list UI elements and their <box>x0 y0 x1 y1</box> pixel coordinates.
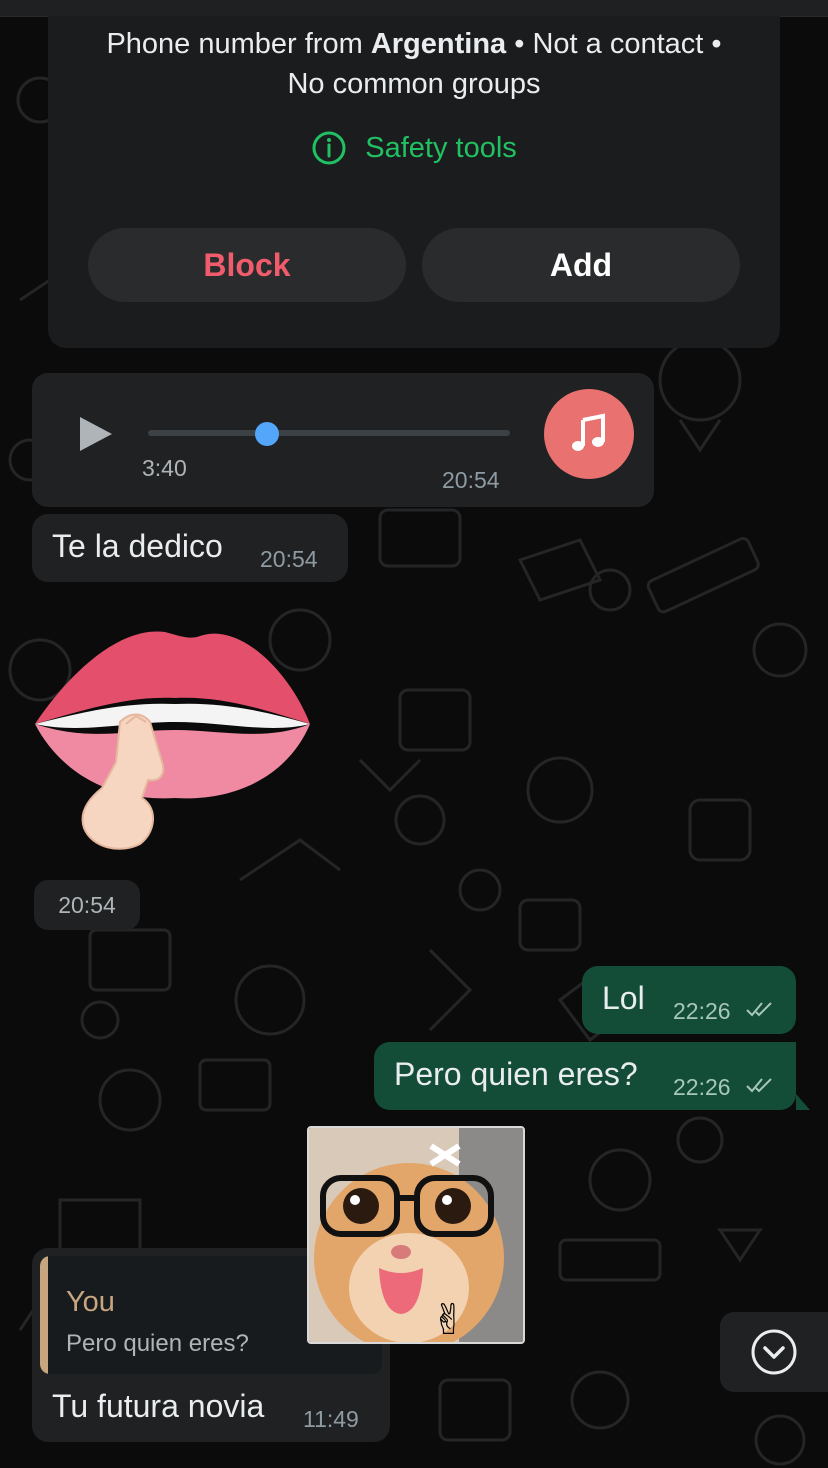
message-text: Pero quien eres? <box>394 1056 638 1092</box>
incoming-message: Te la dedico 20:54 <box>32 514 348 582</box>
origin-prefix: Phone number from <box>106 28 363 60</box>
message-text: Te la dedico <box>52 528 223 564</box>
quoted-text: Pero quien eres? <box>66 1330 249 1357</box>
quoted-author: You <box>66 1286 115 1318</box>
info-circle-icon <box>312 131 346 165</box>
bubble-tail <box>796 1094 810 1110</box>
outgoing-message: Pero quien eres? 22:26 <box>374 1042 796 1110</box>
unknown-contact-card: Phone number from Argentina • Not a cont… <box>48 16 780 348</box>
lips-sticker[interactable] <box>30 612 320 857</box>
common-groups-text: No common groups <box>287 68 541 100</box>
message-time: 20:54 <box>260 546 318 572</box>
audio-progress-track[interactable] <box>148 430 510 436</box>
safety-tools-link[interactable]: Safety tools <box>48 128 780 168</box>
origin-suffix: • Not a contact • <box>514 28 722 60</box>
music-note-icon <box>572 413 605 451</box>
chevron-down-circle-icon <box>751 1329 797 1375</box>
contact-origin-line: Phone number from Argentina • Not a cont… <box>48 24 780 64</box>
message-text: Tu futura novia <box>52 1388 265 1424</box>
double-check-icon <box>746 1078 772 1093</box>
safety-tools-label: Safety tools <box>365 131 517 164</box>
message-time: 11:49 <box>303 1406 359 1432</box>
header-bar <box>0 0 828 17</box>
message-text: Lol <box>602 980 645 1016</box>
cat-photo[interactable]: ✌ <box>307 1126 525 1344</box>
quote-accent-bar <box>40 1256 48 1374</box>
block-button[interactable]: Block <box>88 228 406 302</box>
audio-time: 20:54 <box>442 467 500 493</box>
message-time: 22:26 <box>673 998 731 1024</box>
scroll-to-bottom-button[interactable] <box>720 1312 828 1392</box>
sticker-time: 20:54 <box>34 880 140 930</box>
audio-message: 3:40 20:54 <box>32 373 654 507</box>
music-avatar <box>544 389 634 479</box>
outgoing-message: Lol 22:26 <box>582 966 796 1034</box>
double-check-icon <box>746 1002 772 1017</box>
play-icon[interactable] <box>80 417 112 451</box>
cat-image: ✌ <box>309 1128 523 1342</box>
peace-hand-emoji: ✌ <box>431 1296 466 1342</box>
origin-country: Argentina <box>370 28 507 60</box>
add-contact-button[interactable]: Add <box>422 228 740 302</box>
audio-duration: 3:40 <box>142 455 187 481</box>
message-time: 22:26 <box>673 1074 731 1100</box>
audio-progress-knob[interactable] <box>255 422 280 446</box>
